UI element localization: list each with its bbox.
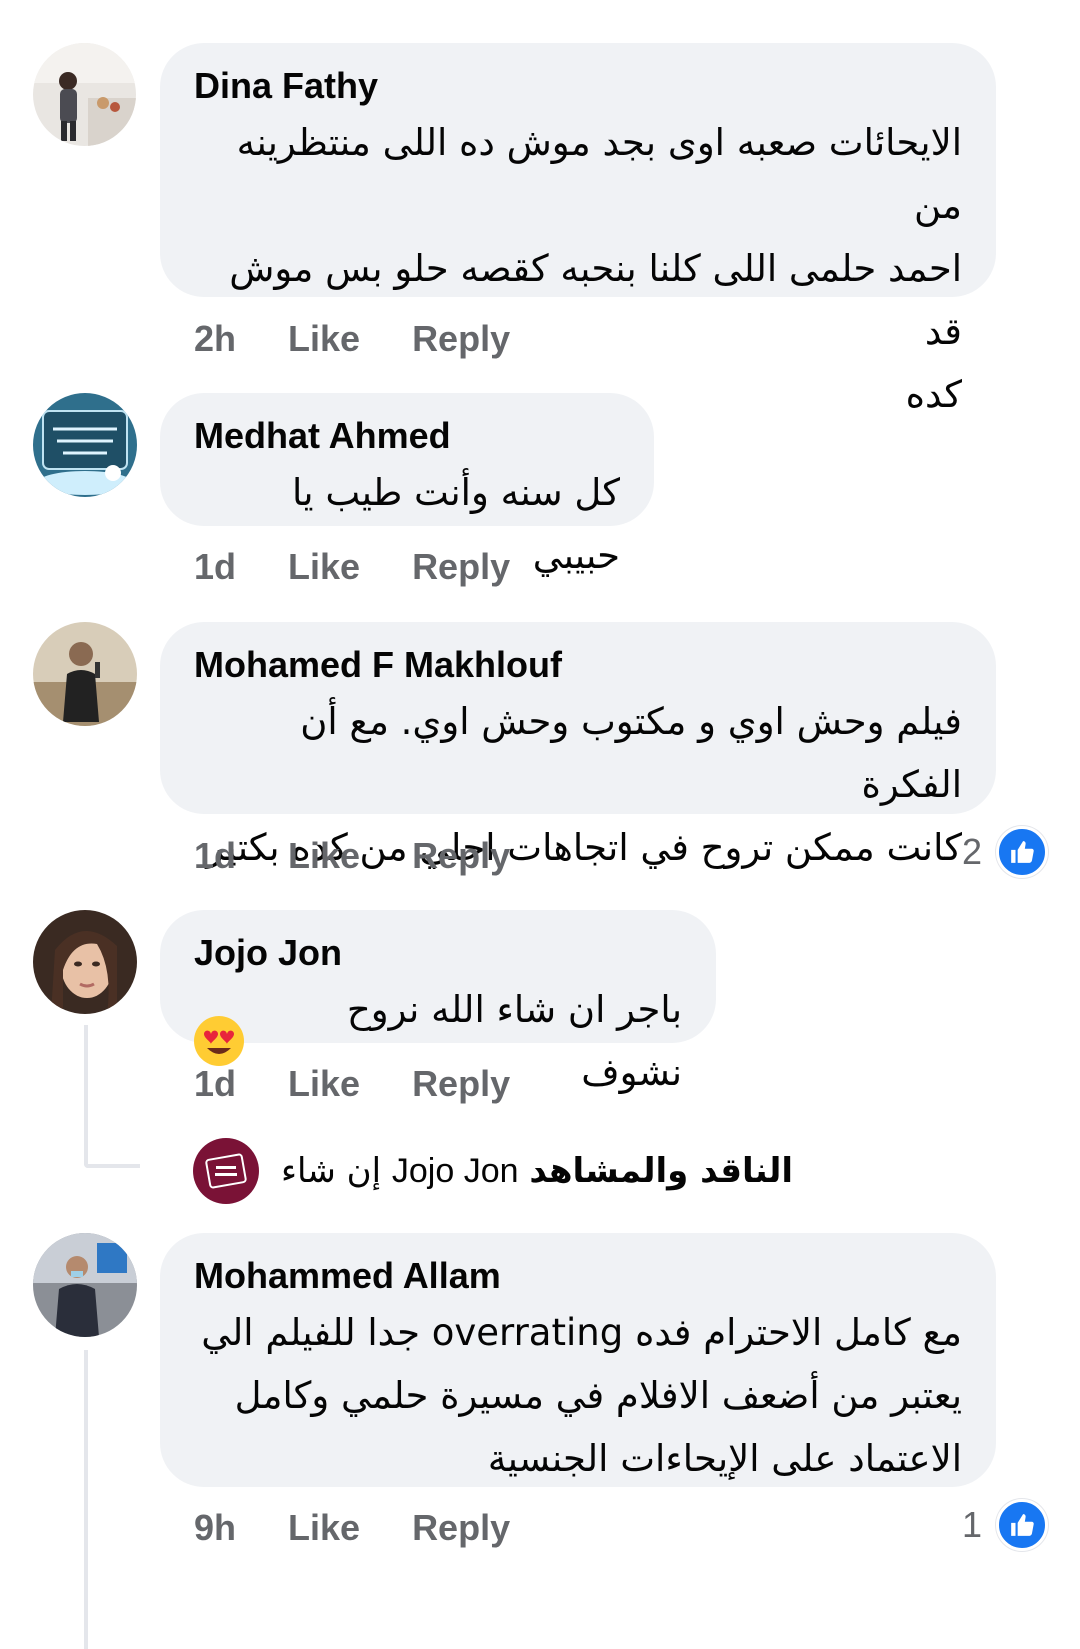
comment-actions: 2h Like Reply — [194, 318, 510, 360]
view-reply-preview[interactable]: الناقد والمشاهد Jojo Jon إن شاء — [193, 1138, 793, 1204]
speaker-photo-icon — [33, 622, 137, 726]
comment-actions: 1d Like Reply — [194, 1063, 510, 1105]
comment-bubble: Jojo Jon باجر ان شاء الله نروح نشوف — [160, 910, 716, 1094]
comment-line: فيلم وحش اوي و مكتوب وحش اوي. مع أن الفك… — [300, 700, 962, 806]
avatar[interactable] — [33, 393, 137, 497]
avatar[interactable] — [33, 43, 136, 146]
timestamp[interactable]: 1d — [194, 1063, 236, 1105]
thread-connector — [84, 1164, 140, 1168]
author-name[interactable]: Mohammed Allam — [194, 1255, 962, 1297]
reaction-count: 1 — [961, 1504, 982, 1545]
comment-actions: 1d Like Reply — [194, 835, 510, 877]
author-name[interactable]: Dina Fathy — [194, 65, 962, 107]
reply-button[interactable]: Reply — [412, 546, 510, 588]
reaction-count: 2 — [961, 831, 982, 872]
author-name[interactable]: Mohamed F Makhlouf — [194, 644, 962, 686]
page-avatar — [193, 1138, 259, 1204]
avatar[interactable] — [33, 622, 137, 726]
event-photo-icon — [33, 1233, 137, 1337]
reply-preview-text: الناقد والمشاهد Jojo Jon إن شاء — [281, 1151, 793, 1191]
timestamp[interactable]: 1d — [194, 835, 236, 877]
thumbs-up-glyph — [1011, 1514, 1034, 1536]
comment-dina-fathy: Dina Fathy الايحائات صعبه اوى بجد موش ده… — [0, 0, 1080, 416]
reply-page-name: الناقد والمشاهد — [529, 1151, 794, 1191]
comment-line: الاعتماد على الإيحاءات الجنسية — [487, 1437, 962, 1480]
comment-line: مع كامل الاحترام فده overrating جدا للفي… — [201, 1311, 962, 1354]
comment-line: الايحائات صعبه اوى بجد موش ده اللى منتظر… — [236, 121, 962, 227]
comment-actions: 9h Like Reply — [194, 1507, 510, 1549]
timestamp[interactable]: 2h — [194, 318, 236, 360]
heart-eyes-emoji-icon — [194, 1016, 244, 1066]
thumbs-up-icon — [996, 1499, 1048, 1551]
reply-button[interactable]: Reply — [412, 835, 510, 877]
comment-bubble: Dina Fathy الايحائات صعبه اوى بجد موش ده… — [160, 43, 996, 416]
author-name[interactable]: Jojo Jon — [194, 932, 682, 974]
comment-bubble: Mohammed Allam مع كامل الاحترام فده over… — [160, 1233, 996, 1487]
reaction-summary[interactable]: 2 — [962, 826, 1048, 878]
timestamp[interactable]: 1d — [194, 546, 236, 588]
portrait-photo-icon — [33, 910, 137, 1014]
thumbs-up-glyph — [1011, 841, 1034, 863]
heart-eyes-glyph — [195, 1017, 243, 1065]
like-button[interactable]: Like — [288, 1507, 360, 1549]
thread-connector — [84, 1025, 88, 1168]
reply-button[interactable]: Reply — [412, 1063, 510, 1105]
avatar[interactable] — [33, 1233, 137, 1337]
like-button[interactable]: Like — [288, 546, 360, 588]
kitchen-photo-icon — [33, 43, 136, 146]
timestamp[interactable]: 9h — [194, 1507, 236, 1549]
like-button[interactable]: Like — [288, 1063, 360, 1105]
thread-connector — [84, 1350, 88, 1649]
comment-text: الايحائات صعبه اوى بجد موش ده اللى منتظر… — [194, 111, 962, 426]
reply-mention: Jojo Jon — [391, 1152, 519, 1190]
comment-actions: 1d Like Reply — [194, 546, 510, 588]
greeting-card-icon — [33, 393, 137, 497]
reply-button[interactable]: Reply — [412, 318, 510, 360]
thumbs-up-icon — [996, 826, 1048, 878]
like-button[interactable]: Like — [288, 318, 360, 360]
reply-snippet: إن شاء — [281, 1151, 382, 1191]
critic-logo-icon — [205, 1153, 247, 1189]
reaction-summary[interactable]: 1 — [962, 1499, 1048, 1551]
comment-text: مع كامل الاحترام فده overrating جدا للفي… — [194, 1301, 962, 1490]
comment-bubble: Mohamed F Makhlouf فيلم وحش اوي و مكتوب … — [160, 622, 996, 869]
author-name[interactable]: Medhat Ahmed — [194, 415, 620, 457]
comment-bubble: Medhat Ahmed كل سنه وأنت طيب يا حبيبي — [160, 393, 654, 577]
avatar[interactable] — [33, 910, 137, 1014]
comment-line: يعتبر من أضعف الافلام في مسيرة حلمي وكام… — [234, 1374, 962, 1417]
reply-button[interactable]: Reply — [412, 1507, 510, 1549]
like-button[interactable]: Like — [288, 835, 360, 877]
